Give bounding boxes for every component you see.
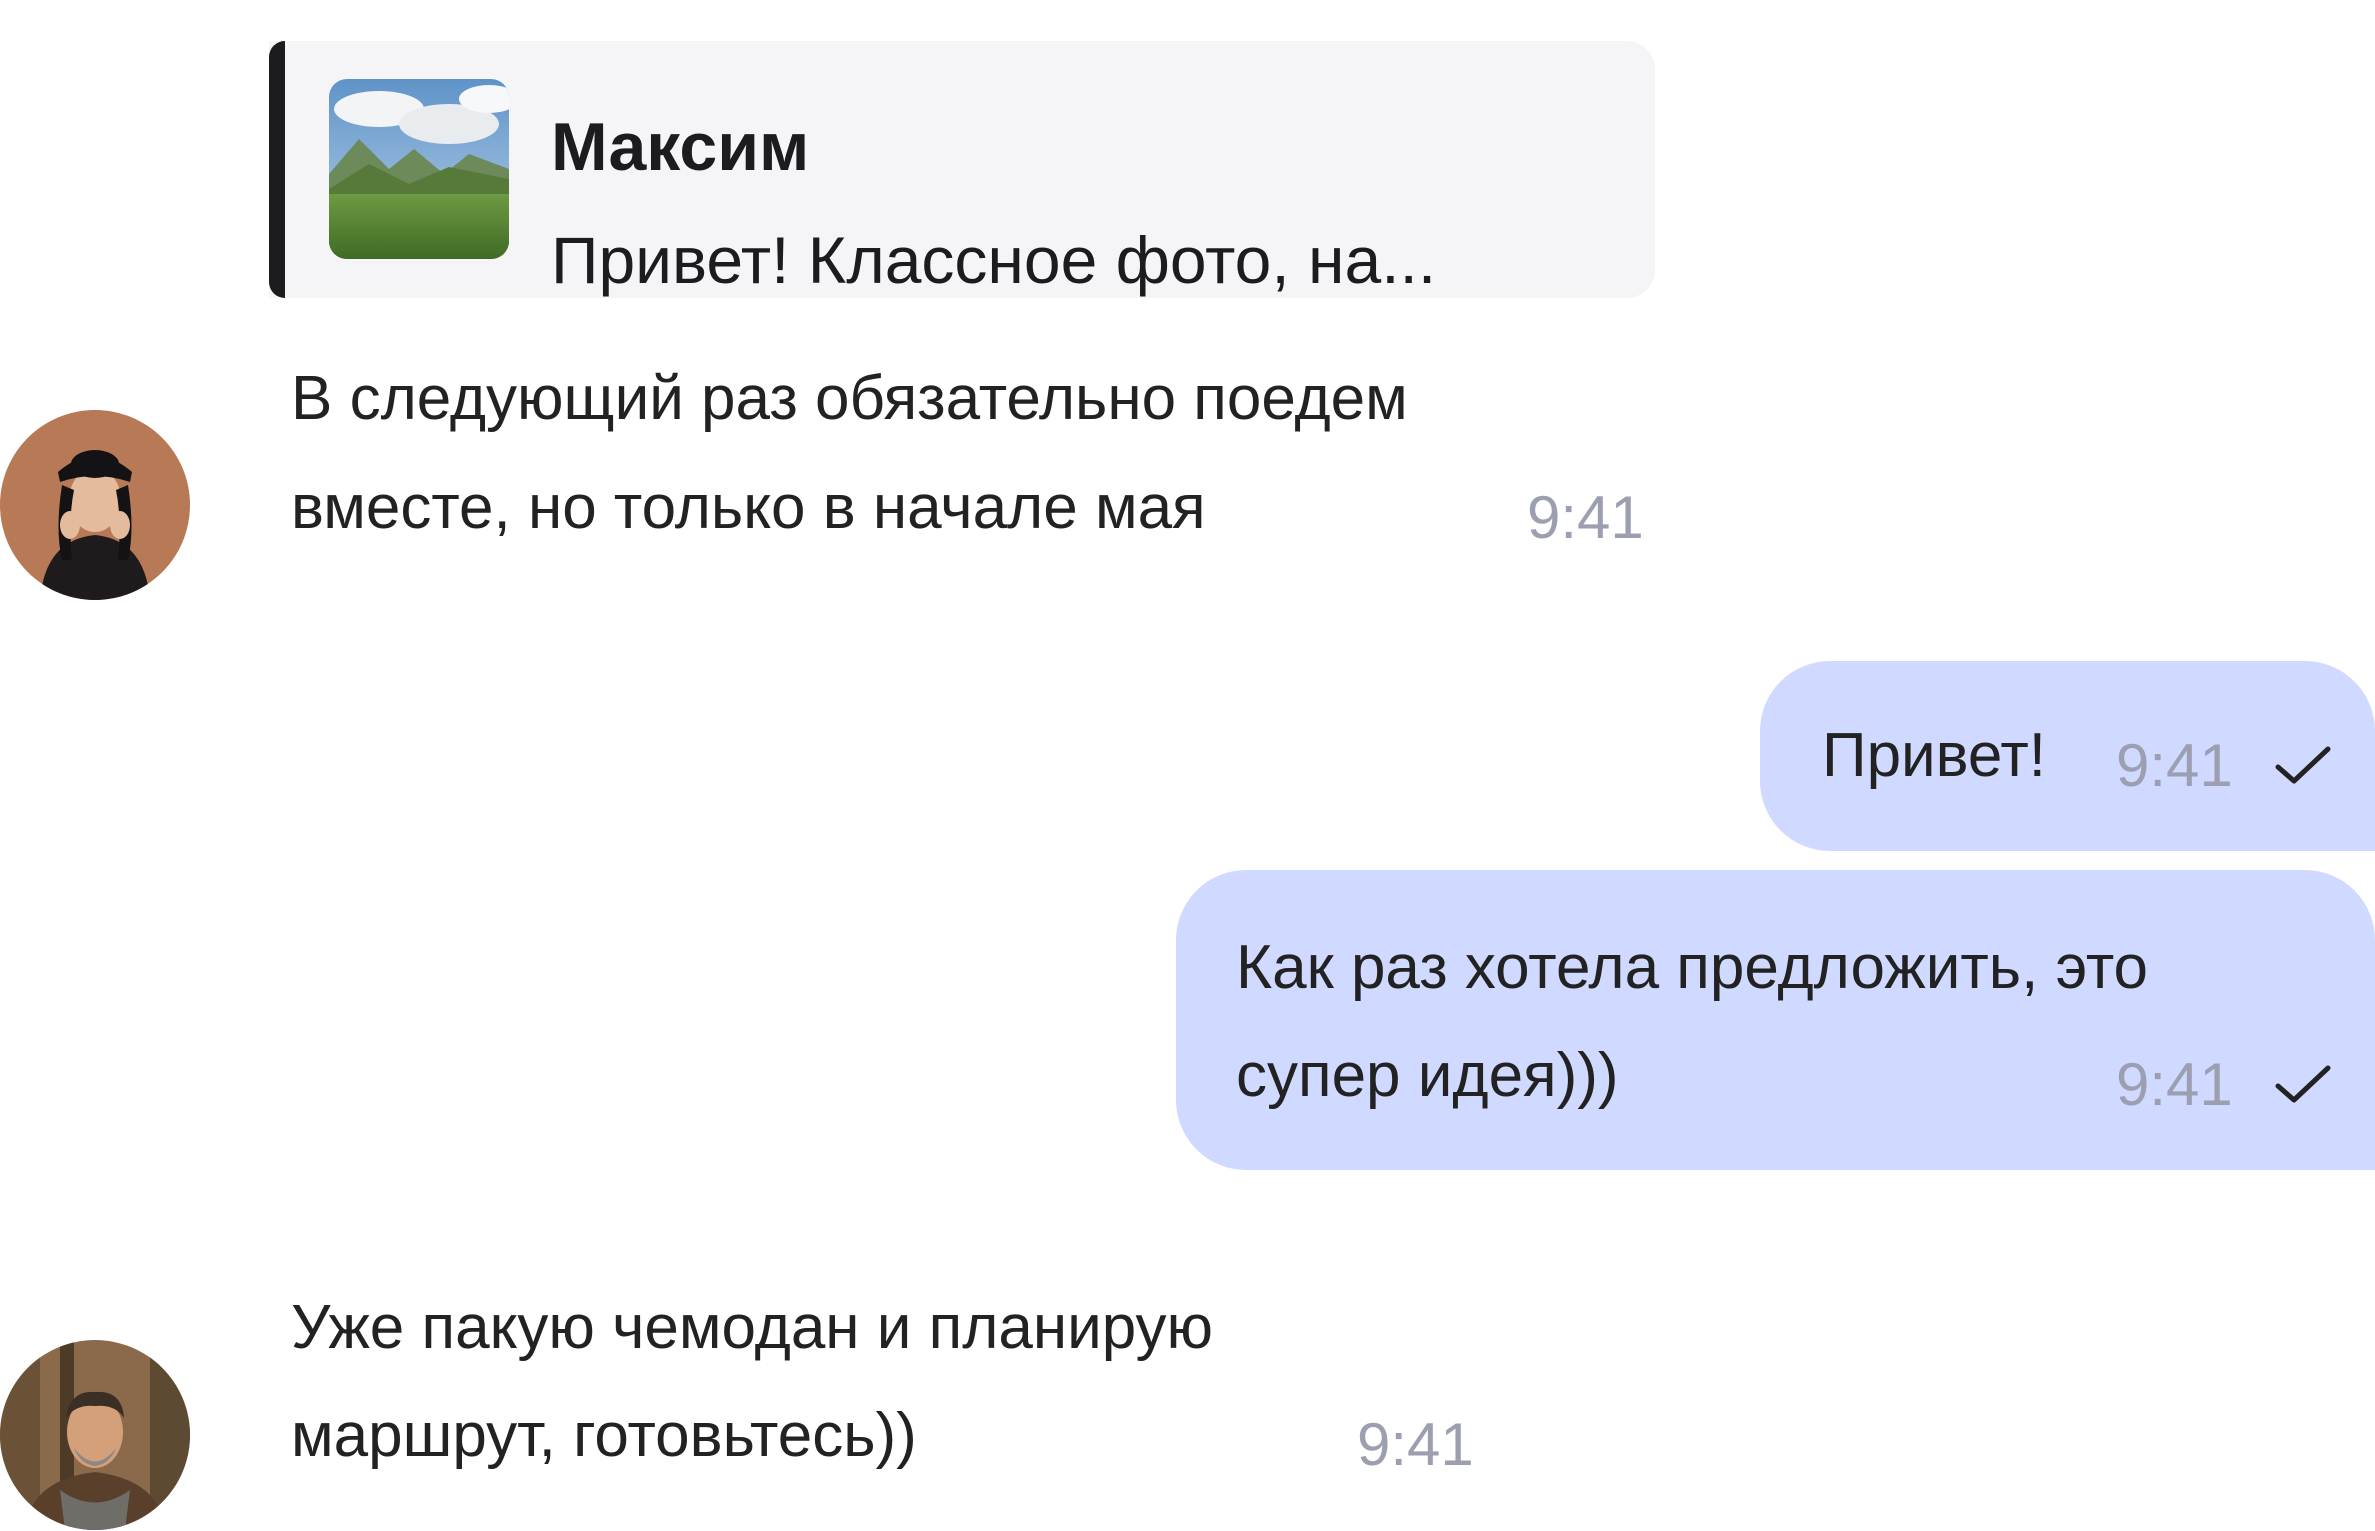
sent-check-icon <box>2274 743 2332 787</box>
bubble-tail <box>2336 1136 2375 1170</box>
sender-avatar-woman[interactable] <box>0 410 190 600</box>
outgoing-message-2-line-2: супер идея))) <box>1236 1041 1619 1110</box>
reply-photo-thumbnail[interactable] <box>329 79 509 259</box>
incoming-message-2-line-1: Уже пакую чемодан и планирую <box>291 1293 1214 1362</box>
incoming-message-1-time: 9:41 <box>1527 484 1644 551</box>
incoming-message-1-line-2: вместе, но только в начале мая <box>291 473 1206 542</box>
outgoing-message-2-bubble[interactable] <box>1176 870 2375 1170</box>
reply-author-name: Максим <box>551 109 810 185</box>
sender-avatar-man[interactable] <box>0 1340 190 1530</box>
outgoing-message-1-time: 9:41 <box>2116 732 2233 799</box>
incoming-message-2-time: 9:41 <box>1357 1411 1474 1478</box>
outgoing-message-1-text: Привет! <box>1822 721 2046 790</box>
incoming-message-1-line-1: В следующий раз обязательно поедем <box>291 364 1408 433</box>
incoming-message-2-line-2: маршрут, готовьтесь)) <box>291 1401 917 1470</box>
sent-check-icon <box>2274 1062 2332 1106</box>
outgoing-message-2-line-1: Как раз хотела предложить, это <box>1236 933 2149 1002</box>
outgoing-message-2-time: 9:41 <box>2116 1051 2233 1118</box>
reply-accent-bar <box>269 41 285 298</box>
reply-message-snippet: Привет! Классное фото, на... <box>551 223 1437 297</box>
reply-quote[interactable]: Максим Привет! Классное фото, на... <box>269 41 1655 298</box>
